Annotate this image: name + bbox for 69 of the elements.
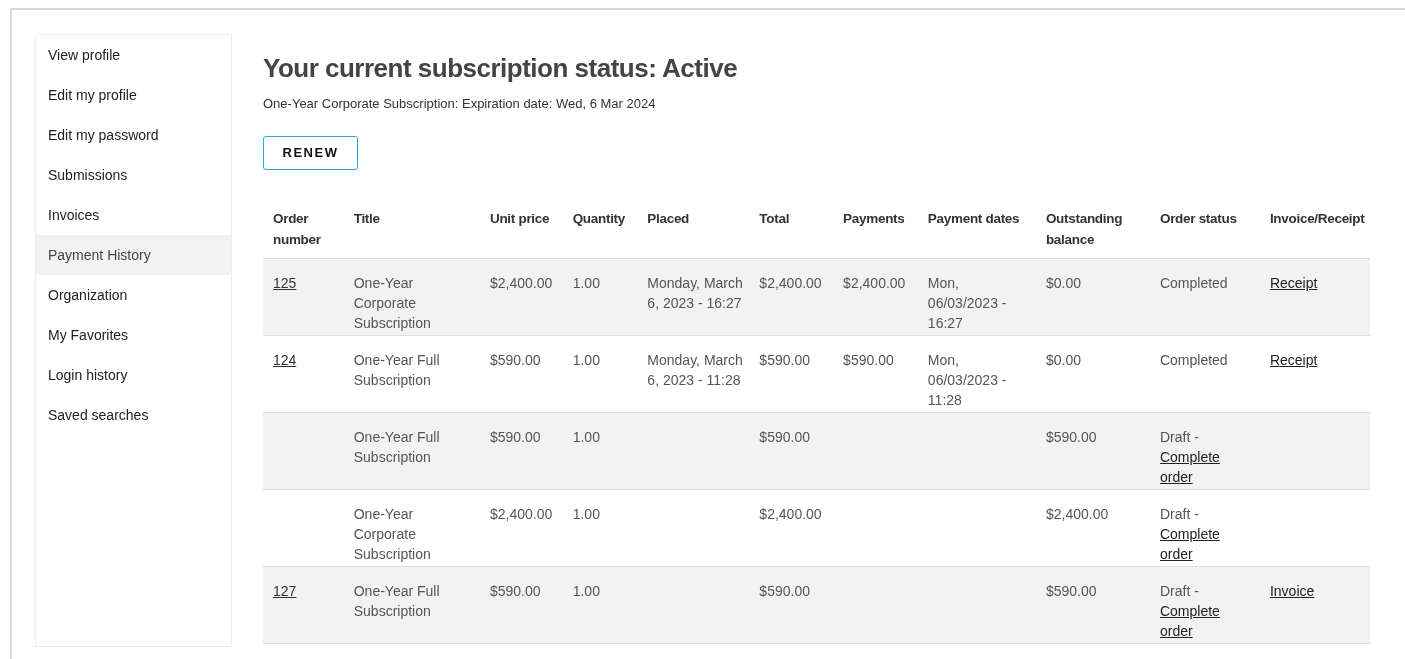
payment-cell: $590.00 [843,351,894,368]
sidebar-item[interactable]: Submissions [36,155,231,195]
column-header: Payment dates [927,210,1020,226]
sidebar-item[interactable]: Edit my profile [36,75,231,115]
price-cell: $590.00 [489,351,541,368]
balance-cell: $0.00 [1045,274,1081,291]
balance-cell: $590.00 [1045,582,1097,599]
date-cell: Mon, 06/03/2023 - 11:28 [927,351,1007,408]
order-link[interactable]: 124 [273,351,297,368]
complete-order-link[interactable]: Complete order [1159,446,1256,487]
sidebar-item[interactable]: Login history [36,355,231,395]
complete-order-link[interactable]: Complete order [1159,600,1256,641]
document-link[interactable]: Invoice [1269,582,1315,599]
quantity-cell: 1.00 [572,582,600,599]
price-cell: $2,400.00 [489,274,553,291]
title-cell: One-Year Corporate Subscription [353,274,431,331]
payment-cell: $2,400.00 [843,274,906,291]
sidebar-item[interactable]: Payment History [36,235,231,275]
sidebar-item[interactable]: View profile [36,35,231,75]
quantity-cell: 1.00 [572,505,600,522]
sidebar-item[interactable]: Invoices [36,195,231,235]
sidebar-item[interactable]: Saved searches [36,395,231,435]
title-cell: One-Year Full Subscription [353,428,440,465]
column-header: Invoice/Receipt [1269,210,1365,226]
balance-cell: $0.00 [1045,351,1081,368]
column-header: Outstanding balance [1045,210,1123,247]
balance-cell: $2,400.00 [1045,505,1109,522]
date-cell: Mon, 06/03/2023 - 16:27 [927,274,1007,331]
expiration-text: One-Year Corporate Subscription: Expiration date: Wed, 6 Mar 2024 [263,95,657,113]
order-status: Completed [1159,274,1228,291]
quantity-cell: 1.00 [572,428,600,445]
column-header: Quantity [572,210,626,226]
order-status: Draft - [1159,428,1199,445]
total-cell: $2,400.00 [759,274,822,291]
price-cell: $2,400.00 [489,505,553,522]
title-cell: One-Year Full Subscription [353,582,440,619]
quantity-cell: 1.00 [572,274,600,291]
order-link[interactable]: 125 [273,274,297,291]
order-status: Draft - [1159,582,1199,599]
title-cell: One-Year Corporate Subscription [353,505,431,562]
document-link[interactable]: Receipt [1269,351,1318,368]
date-cell: Monday, March 6, 2023 - 11:28 [647,351,743,388]
column-header: Order status [1159,210,1237,226]
order-status: Draft - [1159,505,1199,522]
order-link[interactable]: 127 [273,582,297,599]
document-link[interactable]: Receipt [1269,274,1318,291]
column-header: Placed [647,210,690,226]
total-cell: $590.00 [759,428,810,445]
column-header: Title [353,210,380,226]
renew-button[interactable]: RENEW [263,135,358,170]
total-cell: $590.00 [759,351,810,368]
total-cell: $2,400.00 [759,505,822,522]
date-cell: Monday, March 6, 2023 - 16:27 [647,274,743,311]
column-header: Unit price [489,210,550,226]
total-cell: $590.00 [759,582,810,599]
sidebar-item[interactable]: Edit my password [36,115,231,155]
page-heading: Your current subscription status: Active [263,52,739,84]
price-cell: $590.00 [489,428,541,445]
balance-cell: $590.00 [1045,428,1097,445]
sidebar-item[interactable]: My Favorites [36,315,231,355]
column-header: Payments [843,210,905,226]
sidebar-item[interactable]: Organization [36,275,231,315]
price-cell: $590.00 [489,582,541,599]
column-header: Order number [273,210,321,247]
quantity-cell: 1.00 [572,351,600,368]
complete-order-link[interactable]: Complete order [1159,523,1256,564]
column-header: Total [759,210,790,226]
order-status: Completed [1159,351,1228,368]
title-cell: One-Year Full Subscription [353,351,440,388]
